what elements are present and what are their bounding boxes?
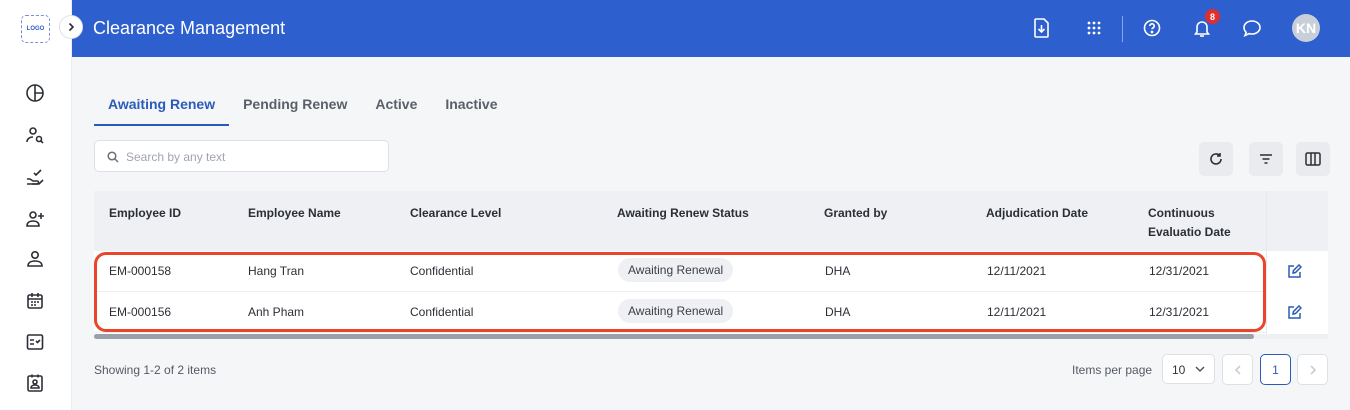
columns-button[interactable] [1296, 142, 1330, 176]
table-header: Employee ID Employee Name Clearance Leve… [94, 191, 1328, 251]
cell-employee-id: EM-000158 [109, 264, 172, 278]
file-download-icon[interactable] [1030, 16, 1054, 40]
items-per-page-select[interactable]: 10 [1162, 354, 1215, 384]
cell-evaluation-date: 12/31/2021 [1149, 305, 1210, 319]
hand-check-icon[interactable] [24, 166, 46, 188]
search-icon [107, 151, 119, 163]
cell-clearance-level: Confidential [410, 305, 474, 319]
user-icon[interactable] [24, 248, 46, 270]
search-box [94, 140, 389, 172]
status-badge: Awaiting Renewal [618, 299, 734, 323]
column-header[interactable]: Employee ID [109, 204, 181, 223]
tab-active[interactable]: Active [361, 84, 431, 126]
help-icon[interactable] [1140, 16, 1164, 40]
status-tabs: Awaiting Renew Pending Renew Active Inac… [94, 84, 512, 126]
items-per-page-value: 10 [1172, 363, 1186, 377]
logo: LOGO [21, 15, 50, 43]
edit-icon[interactable] [1285, 262, 1303, 280]
next-page-button[interactable] [1297, 354, 1328, 385]
sidebar: LOGO [0, 0, 72, 410]
column-header[interactable]: Clearance Level [410, 204, 501, 223]
user-add-icon[interactable] [24, 208, 46, 230]
column-header[interactable]: Continuous Evaluatio Date [1148, 204, 1266, 242]
horizontal-scrollbar[interactable] [94, 334, 1328, 339]
header-divider [1122, 16, 1123, 42]
column-header[interactable]: Granted by [824, 204, 887, 223]
cell-adjudication-date: 12/11/2021 [987, 264, 1047, 278]
checklist-icon[interactable] [24, 331, 46, 353]
status-badge: Awaiting Renewal [618, 258, 734, 282]
table-row[interactable]: EM-000158 Hang Tran Confidential Awaitin… [94, 251, 1328, 292]
refresh-icon [1210, 153, 1222, 165]
showing-count: Showing 1-2 of 2 items [94, 363, 217, 377]
pie-chart-icon[interactable] [24, 82, 46, 104]
items-per-page-label: Items per page [1072, 363, 1153, 377]
cell-employee-id: EM-000156 [109, 305, 172, 319]
cell-clearance-level: Confidential [410, 264, 474, 278]
column-header[interactable]: Employee Name [248, 204, 341, 223]
tab-inactive[interactable]: Inactive [431, 84, 511, 126]
edit-icon[interactable] [1285, 303, 1303, 321]
chevron-right-icon [1309, 364, 1316, 375]
cell-evaluation-date: 12/31/2021 [1149, 264, 1210, 278]
sidebar-collapse-button[interactable] [59, 15, 83, 39]
tab-pending-renew[interactable]: Pending Renew [229, 84, 361, 126]
id-badge-icon[interactable] [24, 372, 46, 394]
column-header[interactable]: Awaiting Renew Status [617, 204, 749, 223]
cell-adjudication-date: 12/11/2021 [987, 305, 1047, 319]
actions-header [1267, 191, 1328, 251]
chevron-right-icon [68, 22, 75, 32]
apps-grid-icon[interactable] [1082, 16, 1106, 40]
cell-employee-name: Hang Tran [248, 264, 305, 278]
calendar-icon[interactable] [24, 290, 46, 312]
page-title: Clearance Management [93, 18, 286, 38]
chevron-left-icon [1234, 364, 1241, 375]
page-button[interactable]: 1 [1260, 354, 1291, 385]
avatar[interactable]: KN [1292, 14, 1320, 42]
tab-awaiting-renew[interactable]: Awaiting Renew [94, 84, 230, 126]
chevron-down-icon [1195, 366, 1205, 373]
refresh-button[interactable] [1199, 142, 1233, 176]
prev-page-button[interactable] [1222, 354, 1253, 385]
app-header: Clearance Management 8 KN [72, 0, 1350, 57]
notification-badge: 8 [1205, 9, 1220, 24]
columns-icon [1305, 152, 1321, 166]
filter-icon [1260, 154, 1272, 164]
actions-column [1266, 191, 1328, 335]
scrollbar-thumb[interactable] [94, 334, 1254, 339]
search-input[interactable] [126, 147, 381, 167]
cell-granted-by: DHA [825, 305, 851, 319]
filter-button[interactable] [1249, 142, 1283, 176]
clearance-table: Employee ID Employee Name Clearance Leve… [94, 191, 1328, 339]
user-search-icon[interactable] [24, 124, 46, 146]
column-header[interactable]: Adjudication Date [986, 204, 1088, 223]
cell-granted-by: DHA [825, 264, 851, 278]
cell-employee-name: Anh Pham [248, 305, 305, 319]
chat-icon[interactable] [1240, 16, 1264, 40]
table-row[interactable]: EM-000156 Anh Pham Confidential Awaiting… [94, 292, 1328, 333]
